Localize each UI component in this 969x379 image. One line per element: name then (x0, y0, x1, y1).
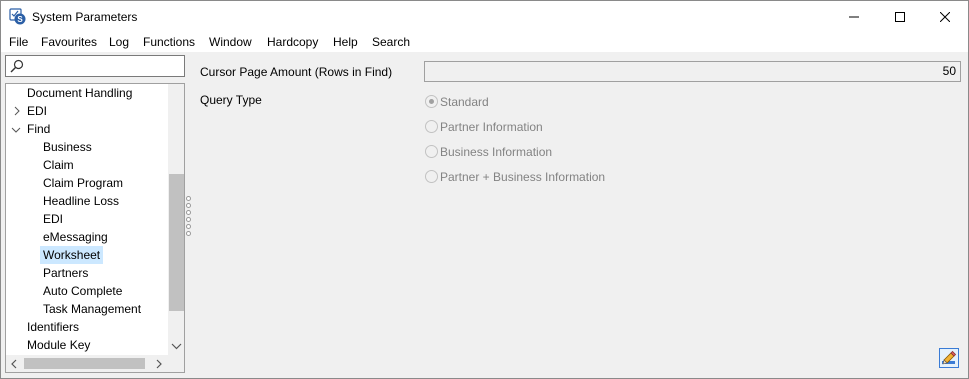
system-parameters-window: S System Parameters File Favourites Log … (0, 0, 969, 379)
tree-search-box[interactable] (5, 55, 185, 77)
tree-item-headline-loss[interactable]: Headline Loss (43, 192, 119, 210)
cursor-page-amount-label: Cursor Page Amount (Rows in Find) (200, 65, 393, 79)
chevron-down-icon[interactable] (11, 125, 21, 135)
tree-item-auto-complete[interactable]: Auto Complete (43, 282, 122, 300)
pencil-icon (942, 350, 957, 365)
maximize-icon (895, 11, 905, 22)
menu-hardcopy[interactable]: Hardcopy (267, 35, 318, 49)
title-bar: S System Parameters (1, 1, 968, 32)
tree-item-claim-program[interactable]: Claim Program (43, 174, 123, 192)
radio-circle (425, 145, 438, 158)
tree-item-document-handling[interactable]: Document Handling (27, 84, 132, 102)
query-type-business-label: Business Information (440, 145, 553, 159)
query-type-label: Query Type (200, 93, 262, 107)
menu-bar: File Favourites Log Functions Window Har… (1, 32, 968, 52)
minimize-icon (849, 16, 859, 17)
minimize-button[interactable] (831, 1, 877, 32)
tree-item-partners[interactable]: Partners (43, 264, 88, 282)
svg-text:S: S (17, 15, 23, 24)
menu-favourites[interactable]: Favourites (41, 35, 97, 49)
search-input[interactable] (26, 58, 180, 74)
tree-item-emessaging[interactable]: eMessaging (43, 228, 108, 246)
splitter-grip-dot (186, 196, 191, 201)
radio-circle (425, 170, 438, 183)
query-type-partner-business-label: Partner + Business Information (440, 170, 606, 184)
tree-item-business[interactable]: Business (43, 138, 92, 156)
radio-circle (425, 95, 438, 108)
search-icon (10, 59, 24, 73)
radio-circle (425, 120, 438, 133)
cursor-page-amount-field[interactable]: 50 (424, 61, 961, 82)
panel-splitter[interactable] (186, 196, 191, 236)
tree-item-find[interactable]: Find (27, 120, 50, 138)
horizontal-scroll-thumb[interactable] (24, 358, 145, 369)
tree-item-edi[interactable]: EDI (27, 102, 47, 120)
window-title: System Parameters (32, 10, 138, 24)
scroll-left-icon[interactable] (10, 359, 18, 369)
menu-file[interactable]: File (9, 35, 28, 49)
splitter-grip-dot (186, 224, 191, 229)
tree-item-find-edi[interactable]: EDI (43, 210, 63, 228)
app-icon: S (9, 8, 26, 25)
splitter-grip-dot (186, 203, 191, 208)
menu-functions[interactable]: Functions (143, 35, 195, 49)
maximize-button[interactable] (877, 1, 923, 32)
edit-button[interactable] (939, 348, 959, 368)
scroll-right-icon[interactable] (155, 359, 163, 369)
splitter-grip-dot (186, 210, 191, 215)
menu-log[interactable]: Log (109, 35, 129, 49)
tree-item-identifiers[interactable]: Identifiers (27, 318, 79, 336)
menu-search[interactable]: Search (372, 35, 410, 49)
menu-window[interactable]: Window (209, 35, 252, 49)
tree-horizontal-scrollbar[interactable] (6, 355, 168, 372)
query-type-standard-label: Standard (440, 95, 489, 109)
close-button[interactable] (922, 1, 968, 32)
splitter-grip-dot (186, 217, 191, 222)
splitter-grip-dot (186, 231, 191, 236)
radio-selected-dot (429, 99, 434, 104)
tree-item-task-management[interactable]: Task Management (43, 300, 141, 318)
tree-item-claim[interactable]: Claim (43, 156, 74, 174)
tree-vertical-scrollbar[interactable] (168, 84, 184, 355)
tree-item-worksheet[interactable]: Worksheet (40, 246, 104, 264)
scrollbar-corner (168, 355, 184, 372)
vertical-scroll-thumb[interactable] (169, 174, 184, 311)
query-type-partner-label: Partner Information (440, 120, 543, 134)
chevron-right-icon[interactable] (12, 106, 22, 116)
menu-help[interactable]: Help (333, 35, 358, 49)
tree-item-module-key[interactable]: Module Key (27, 336, 90, 354)
parameter-tree: Document Handling EDI Find Business Clai… (5, 83, 185, 373)
close-icon (940, 11, 950, 22)
scroll-down-icon[interactable] (171, 342, 182, 350)
